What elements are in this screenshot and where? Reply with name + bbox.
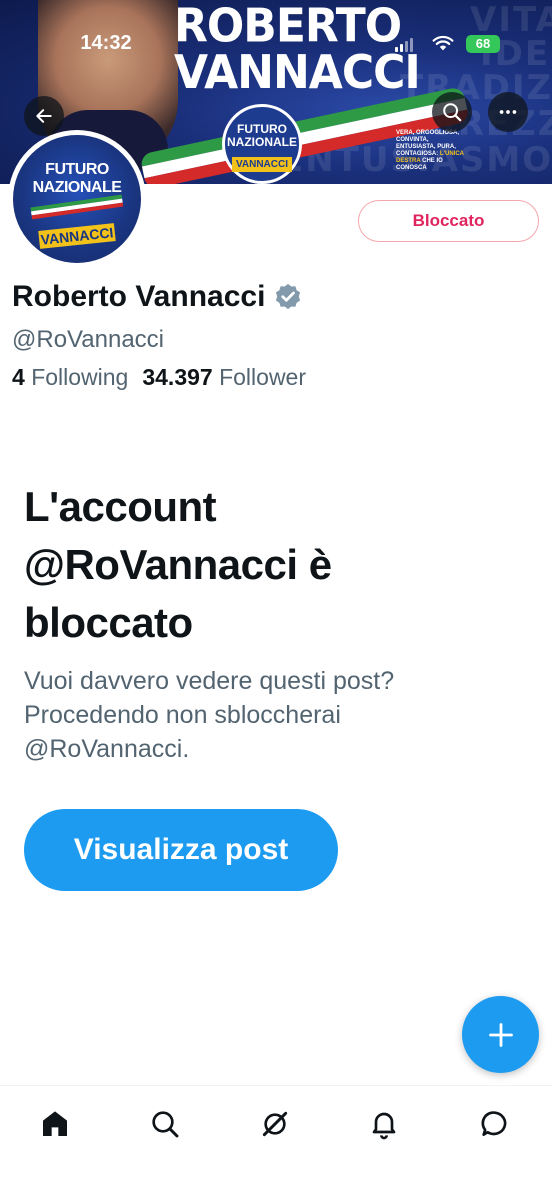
blocked-description: Vuoi davvero vedere questi post? Procede… <box>24 667 395 763</box>
wifi-icon <box>432 35 454 51</box>
search-icon <box>443 103 462 122</box>
more-icon <box>499 110 517 114</box>
following-link[interactable]: 4 Following <box>12 364 128 391</box>
battery-indicator: 68 <box>466 35 500 53</box>
verified-badge-icon <box>276 283 301 310</box>
back-button[interactable] <box>24 96 64 136</box>
blocked-title: L'account @RoVannacci è bloccato <box>24 483 332 646</box>
message-icon <box>481 1111 507 1136</box>
profile-avatar[interactable]: FUTURO NAZIONALE VANNACCI <box>8 130 146 268</box>
search-button[interactable] <box>432 92 472 132</box>
view-posts-button[interactable]: Visualizza post <box>24 809 338 891</box>
plus-icon <box>488 1022 513 1047</box>
blocked-button[interactable]: Bloccato <box>358 200 539 242</box>
profile-handle: @RoVannacci <box>12 326 164 353</box>
nav-search[interactable] <box>145 1104 185 1144</box>
bottom-navigation <box>0 1085 552 1200</box>
nav-home[interactable] <box>35 1104 75 1144</box>
cellular-signal-icon <box>395 38 415 52</box>
nav-messages[interactable] <box>475 1104 515 1144</box>
display-name: Roberto Vannacci <box>12 280 266 313</box>
follow-stats: 4 Following 34.397 Follower <box>12 364 306 391</box>
nav-grok[interactable] <box>255 1104 295 1144</box>
avatar-flag-stripe <box>30 194 124 222</box>
banner-slogan: VERA, ORGOGLIOSA, CONVINTA, ENTUSIASTA, … <box>396 130 464 171</box>
status-time: 14:32 <box>80 32 132 54</box>
arrow-left-icon <box>36 109 52 123</box>
home-icon <box>43 1111 67 1136</box>
avatar-logo-text: FUTURO NAZIONALE <box>32 161 122 196</box>
nav-notifications[interactable] <box>364 1104 404 1144</box>
bell-icon <box>372 1112 396 1140</box>
banner-title: ROBERTO VANNACCI <box>174 0 421 100</box>
more-button[interactable] <box>488 92 528 132</box>
search-icon <box>152 1111 179 1138</box>
avatar-tag: VANNACCI <box>38 223 116 249</box>
banner-party-logo: FUTURO NAZIONALE VANNACCI <box>222 104 302 184</box>
compose-button[interactable] <box>462 996 539 1073</box>
profile-name-row: Roberto Vannacci <box>12 280 303 314</box>
grok-icon <box>262 1111 288 1137</box>
followers-link[interactable]: 34.397 Follower <box>142 364 306 391</box>
